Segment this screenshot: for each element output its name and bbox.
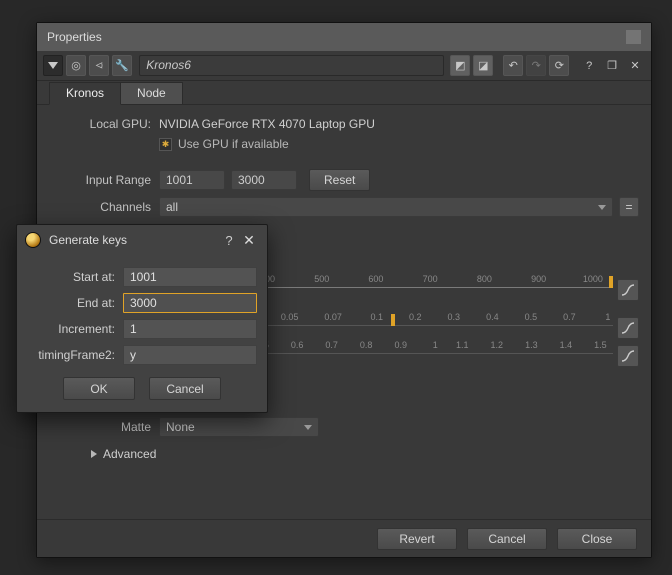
local-gpu-label: Local GPU:: [49, 117, 159, 131]
refresh-icon[interactable]: ⟳: [549, 55, 569, 76]
start-at-label: Start at:: [27, 270, 123, 284]
checker-a-icon[interactable]: ◩: [450, 55, 470, 76]
generate-keys-dialog: Generate keys ? ✕ Start at: 1001 End at:…: [16, 224, 268, 413]
app-icon: [25, 232, 41, 248]
timing1-handle-icon[interactable]: [391, 314, 395, 326]
wrench-icon[interactable]: 🔧: [112, 55, 132, 76]
dialog-cancel-button[interactable]: Cancel: [149, 377, 221, 400]
dialog-titlebar[interactable]: Generate keys ? ✕: [17, 225, 267, 255]
timingframe2-label: timingFrame2:: [27, 348, 123, 362]
properties-footer: Revert Cancel Close: [37, 519, 651, 557]
tab-node[interactable]: Node: [120, 82, 183, 105]
center-icon[interactable]: ◎: [66, 55, 86, 76]
dialog-help-icon[interactable]: ?: [219, 233, 239, 248]
channels-label: Channels: [49, 200, 159, 214]
revert-button[interactable]: Revert: [377, 528, 457, 550]
plug-icon[interactable]: ⏿: [89, 55, 109, 76]
channels-dropdown[interactable]: all: [159, 197, 613, 217]
use-gpu-label: Use GPU if available: [178, 137, 289, 151]
dialog-close-icon[interactable]: ✕: [239, 232, 259, 249]
reset-button[interactable]: Reset: [309, 169, 370, 191]
undo-icon[interactable]: ↶: [503, 55, 523, 76]
start-at-input[interactable]: 1001: [123, 267, 257, 287]
cancel-button[interactable]: Cancel: [467, 528, 547, 550]
frames-curve-button[interactable]: [617, 279, 639, 301]
matte-dropdown[interactable]: None: [159, 417, 319, 437]
channels-extra-button[interactable]: =: [619, 197, 639, 217]
local-gpu-value: NVIDIA GeForce RTX 4070 Laptop GPU: [159, 117, 375, 131]
advanced-disclosure[interactable]: Advanced: [91, 447, 639, 461]
end-at-input[interactable]: 3000: [123, 293, 257, 313]
chevron-right-icon: [91, 450, 97, 458]
end-at-label: End at:: [27, 296, 123, 310]
input-range-start[interactable]: 1001: [159, 170, 225, 190]
increment-input[interactable]: 1: [123, 319, 257, 339]
matte-label: Matte: [49, 420, 159, 434]
window-title: Properties: [47, 30, 102, 44]
increment-label: Increment:: [27, 322, 123, 336]
dialog-ok-button[interactable]: OK: [63, 377, 135, 400]
checker-b-icon[interactable]: ◪: [473, 55, 493, 76]
frames-handle-icon[interactable]: [609, 276, 613, 288]
tab-kronos[interactable]: Kronos: [49, 82, 121, 105]
dialog-title: Generate keys: [49, 233, 127, 247]
close-panel-icon[interactable]: ✕: [625, 55, 645, 76]
pop-out-icon[interactable]: ❐: [602, 55, 622, 76]
node-toolbar: ◎ ⏿ 🔧 Kronos6 ◩ ◪ ↶ ↷ ⟳ ? ❐ ✕: [37, 51, 651, 81]
timing2-curve-button[interactable]: [617, 345, 639, 367]
help-icon[interactable]: ?: [579, 55, 599, 76]
input-range-label: Input Range: [49, 173, 159, 187]
tab-bar: Kronos Node: [37, 81, 651, 104]
input-range-end[interactable]: 3000: [231, 170, 297, 190]
disclosure-button[interactable]: [43, 55, 63, 76]
use-gpu-checkbox[interactable]: ✱: [159, 138, 172, 151]
titlebar[interactable]: Properties: [37, 23, 651, 51]
timing1-curve-button[interactable]: [617, 317, 639, 339]
close-button[interactable]: Close: [557, 528, 637, 550]
timingframe2-input[interactable]: y: [123, 345, 257, 365]
node-name-field[interactable]: Kronos6: [139, 55, 444, 76]
titlebar-close-icon[interactable]: [626, 30, 641, 44]
redo-icon[interactable]: ↷: [526, 55, 546, 76]
